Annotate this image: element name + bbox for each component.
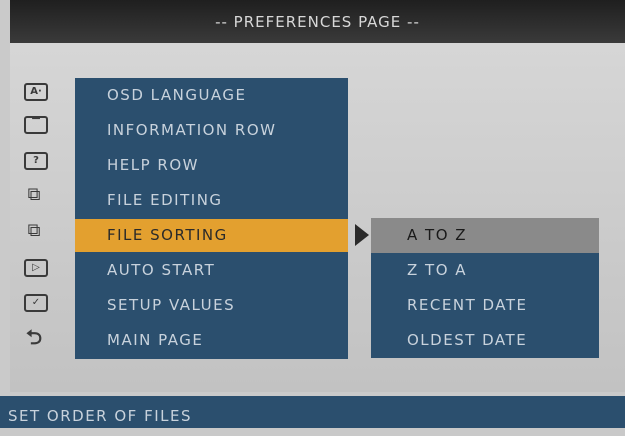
submenu-item-oldest-date[interactable]: OLDEST DATE	[371, 323, 599, 358]
back-arrow-icon: ⮌	[25, 325, 43, 349]
page-title: -- PREFERENCES PAGE --	[10, 0, 625, 43]
menu-item-label: FILE SORTING	[107, 226, 228, 244]
menu-item-help-row[interactable]: HELP ROW	[75, 149, 348, 181]
osd-screen: -- PREFERENCES PAGE -- A· ▔ ? ⧉ ⧉ ▷ ✓ ⮌ …	[0, 0, 625, 428]
submenu-pointer-icon	[355, 224, 369, 246]
menu-item-auto-start[interactable]: AUTO START	[75, 254, 348, 286]
menu-item-label: FILE EDITING	[107, 191, 223, 209]
menu-item-main-page[interactable]: MAIN PAGE	[75, 324, 348, 356]
menu-item-file-editing[interactable]: FILE EDITING	[75, 184, 348, 216]
preferences-menu: OSD LANGUAGE INFORMATION ROW HELP ROW FI…	[75, 78, 348, 359]
menu-item-setup-values[interactable]: SETUP VALUES	[75, 289, 348, 321]
submenu-item-label: A TO Z	[407, 226, 468, 244]
menu-item-label: OSD LANGUAGE	[107, 86, 247, 104]
help-row-icon: ?	[24, 152, 48, 170]
menu-item-label: SETUP VALUES	[107, 296, 236, 314]
auto-start-icon: ▷	[24, 259, 48, 277]
menu-item-information-row[interactable]: INFORMATION ROW	[75, 114, 348, 146]
submenu-item-label: OLDEST DATE	[407, 331, 528, 349]
submenu-item-label: RECENT DATE	[407, 296, 528, 314]
menu-item-label: AUTO START	[107, 261, 216, 279]
submenu-item-z-to-a[interactable]: Z TO A	[371, 253, 599, 288]
menu-item-osd-language[interactable]: OSD LANGUAGE	[75, 79, 348, 111]
setup-values-icon: ✓	[24, 294, 48, 312]
language-icon: A·	[24, 83, 48, 101]
submenu-item-label: Z TO A	[407, 261, 468, 279]
menu-item-file-sorting[interactable]: FILE SORTING	[75, 219, 348, 252]
submenu-item-recent-date[interactable]: RECENT DATE	[371, 288, 599, 323]
help-status-bar: SET ORDER OF FILES	[0, 396, 625, 428]
menu-item-label: HELP ROW	[107, 156, 199, 174]
file-sorting-submenu: A TO Z Z TO A RECENT DATE OLDEST DATE	[371, 218, 599, 358]
information-row-icon: ▔	[24, 116, 48, 134]
submenu-item-a-to-z[interactable]: A TO Z	[371, 218, 599, 253]
file-editing-icon: ⧉	[27, 184, 41, 205]
menu-item-label: MAIN PAGE	[107, 331, 204, 349]
file-sorting-icon: ⧉	[27, 220, 41, 241]
menu-item-label: INFORMATION ROW	[107, 121, 277, 139]
